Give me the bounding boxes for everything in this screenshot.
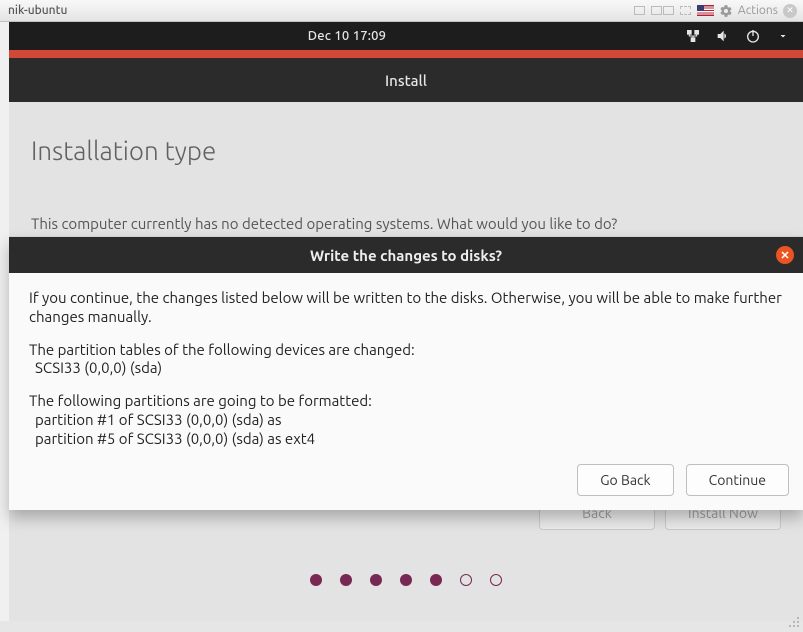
dialog-header: Write the changes to disks? ✕ [9,237,803,273]
progress-dot [340,574,352,586]
host-left-strip [0,22,9,621]
vm-titlebar: nik-ubuntu Actions ✕ [0,0,803,22]
continue-button[interactable]: Continue [686,464,789,496]
vm-controls: Actions ✕ [634,4,797,18]
gnome-clock[interactable]: Dec 10 17:09 [17,29,677,43]
write-changes-dialog: Write the changes to disks? ✕ If you con… [9,236,803,510]
dialog-format-heading: The following partitions are going to be… [29,392,372,409]
dialog-table-entry: SCSI33 (0,0,0) (sda) [29,359,162,376]
vm-window-title: nik-ubuntu [8,4,67,17]
network-icon[interactable] [685,28,701,44]
dialog-close-icon[interactable]: ✕ [776,246,794,264]
dialog-format-entry: partition #5 of SCSI33 (0,0,0) (sda) as … [29,430,315,447]
gnome-system-tray[interactable] [677,28,803,44]
dialog-intro-text: If you continue, the changes listed belo… [29,289,783,327]
vm-gear-icon[interactable] [719,4,733,18]
vm-close-icon[interactable]: ✕ [783,4,797,18]
vm-display-multi-icon[interactable] [651,6,675,15]
vm-flag-icon[interactable] [697,5,714,16]
dialog-footer: Go Back Continue [9,448,803,510]
accent-strip [9,50,803,58]
dialog-body: If you continue, the changes listed belo… [9,273,803,448]
gnome-top-bar: Dec 10 17:09 [9,22,803,50]
installer-window-titlebar: Install [9,58,803,102]
dialog-format-entry: partition #1 of SCSI33 (0,0,0) (sda) as [29,411,282,428]
resize-grip-icon[interactable] [787,615,801,629]
vm-display-single-icon[interactable] [634,6,646,15]
progress-dot [460,574,472,586]
progress-dots [9,574,803,586]
chevron-down-icon[interactable] [775,28,791,44]
progress-dot [430,574,442,586]
dialog-title: Write the changes to disks? [9,247,803,264]
progress-dot [490,574,502,586]
go-back-button[interactable]: Go Back [577,464,673,496]
vm-actions-label[interactable]: Actions [738,4,778,17]
vm-fullscreen-icon[interactable] [680,6,692,15]
progress-dot [400,574,412,586]
dialog-tables-heading: The partition tables of the following de… [29,341,415,358]
progress-dot [310,574,322,586]
progress-dot [370,574,382,586]
volume-icon[interactable] [715,28,731,44]
installer-window-title: Install [385,72,427,89]
power-icon[interactable] [745,28,761,44]
